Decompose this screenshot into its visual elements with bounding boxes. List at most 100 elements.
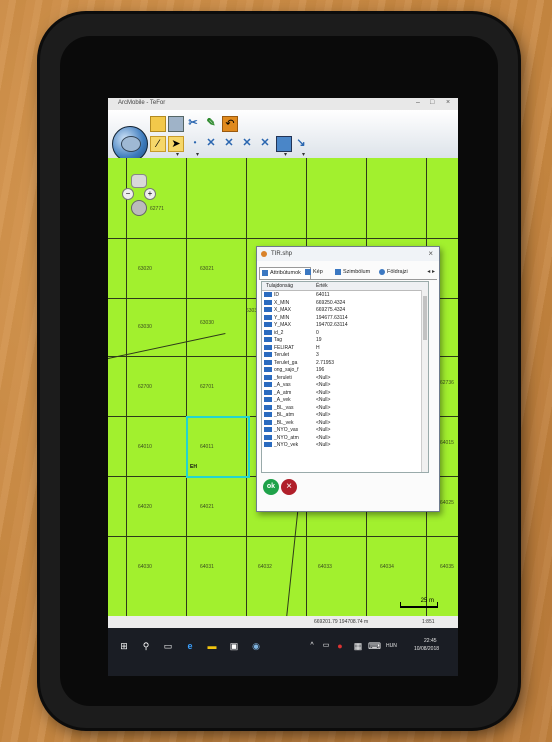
language-indicator[interactable]: HUN xyxy=(386,643,397,649)
chevron-down-icon[interactable]: ▾ xyxy=(196,151,199,158)
arcmobile-app-icon[interactable]: ◉ xyxy=(250,640,262,652)
layers-icon[interactable] xyxy=(168,116,184,132)
cancel-button[interactable]: × xyxy=(281,479,297,495)
edge-browser-icon[interactable]: e xyxy=(184,640,196,652)
attribute-row[interactable]: _feruleti <Null> xyxy=(262,374,428,382)
network-icon[interactable]: ● xyxy=(334,640,346,652)
search-icon[interactable]: ⚲ xyxy=(140,640,152,652)
chevron-down-icon[interactable]: ▾ xyxy=(302,151,305,158)
undo-icon[interactable]: ↶ xyxy=(222,116,238,132)
attribute-value: 3 xyxy=(316,352,319,358)
attribute-row[interactable]: id_2 0 xyxy=(262,329,428,337)
parcel-boundary xyxy=(108,238,458,239)
attribute-row[interactable]: _NYO_vek <Null> xyxy=(262,441,428,449)
attribute-row[interactable]: _NYO_atm <Null> xyxy=(262,434,428,442)
measure-icon[interactable]: ✂ xyxy=(186,116,200,130)
attribute-name: _A_vek xyxy=(274,397,291,403)
task-view-icon[interactable]: ▭ xyxy=(162,640,174,652)
field-type-icon xyxy=(264,329,272,335)
maximize-button[interactable]: □ xyxy=(430,99,434,106)
attribute-row[interactable]: Tag 19 xyxy=(262,336,428,344)
chevron-up-icon[interactable]: ^ xyxy=(306,640,318,652)
vertex-delete-icon[interactable]: ✕ xyxy=(258,136,272,150)
attribute-value: 196 xyxy=(316,367,325,373)
clock-date[interactable]: 10/08/2018 xyxy=(414,646,439,652)
parcel-label: 64010 xyxy=(138,444,152,450)
ok-button[interactable]: ok xyxy=(263,479,279,495)
dialog-tabs: Attribútumok Kép Szimbólum Földrajzi ◂ ▸ xyxy=(259,267,437,280)
attribute-name: ID xyxy=(274,292,279,298)
attribute-row[interactable]: _BL_vek <Null> xyxy=(262,419,428,427)
field-type-icon xyxy=(264,337,272,342)
attribute-row[interactable]: ID 64011 xyxy=(262,291,428,299)
tab-geographic[interactable]: Földrajzi xyxy=(377,267,421,278)
window-title-bar: ArcMobile - TeFor – □ × xyxy=(108,98,458,110)
attribute-row[interactable]: Y_MIN 194677.63114 xyxy=(262,314,428,322)
vertex-icon[interactable]: ✕ xyxy=(204,136,218,150)
gps-icon[interactable]: • xyxy=(188,136,202,150)
attribute-row[interactable]: Y_MAX 194702.63114 xyxy=(262,321,428,329)
parcel-label: 64021 xyxy=(200,504,214,510)
attribute-name: _NYO_atm xyxy=(274,434,299,441)
folder-icon[interactable] xyxy=(150,116,166,132)
table-icon[interactable] xyxy=(276,136,292,152)
close-icon[interactable]: × xyxy=(428,249,433,258)
field-type-icon xyxy=(264,307,272,312)
field-type-icon xyxy=(264,292,272,297)
keyboard-icon[interactable]: ⌨ xyxy=(368,640,381,652)
attribute-row[interactable]: X_MIN 669250.4324 xyxy=(262,299,428,307)
windows-start-icon[interactable]: ⊞ xyxy=(118,640,130,652)
ribbon-toolbar: ✂ ✎ ↶ ⁄ ➤ • ✕ ✕ ✕ ✕ ↘ ▾ ▾ ▾ ▾ xyxy=(108,110,458,162)
parcel-label: 62700 xyxy=(138,384,152,390)
split-icon[interactable]: ✕ xyxy=(222,136,236,150)
field-type-icon xyxy=(264,367,272,372)
select-icon[interactable]: ⁄ xyxy=(150,136,166,152)
attribute-row[interactable]: _NYO_vas <Null> xyxy=(262,426,428,434)
scrollbar-thumb[interactable] xyxy=(423,296,427,340)
attribute-row[interactable]: _A_vas <Null> xyxy=(262,381,428,389)
attribute-row[interactable]: _A_vek <Null> xyxy=(262,396,428,404)
field-type-icon xyxy=(264,314,272,320)
attribute-row[interactable]: X_MAX 669275.4324 xyxy=(262,306,428,314)
attribute-name: _BL_vek xyxy=(274,419,294,426)
tab-scroll-arrows[interactable]: ◂ ▸ xyxy=(427,268,435,275)
file-explorer-icon[interactable]: ▬ xyxy=(206,640,218,652)
notification-icon[interactable]: ▦ xyxy=(352,640,364,652)
vertical-scrollbar[interactable] xyxy=(421,290,428,472)
map-view[interactable]: 62771 63020 63021 63030 63030 63036 6270… xyxy=(108,158,458,616)
window-title: ArcMobile - TeFor xyxy=(118,100,166,106)
chevron-down-icon[interactable]: ▾ xyxy=(284,151,287,158)
parcel-label: 63030 xyxy=(138,324,152,330)
chevron-down-icon[interactable]: ▾ xyxy=(176,151,179,158)
minimize-button[interactable]: – xyxy=(416,99,420,106)
full-extent-globe-icon[interactable] xyxy=(131,200,147,216)
pan-hand-icon[interactable] xyxy=(131,174,147,188)
attribute-value: <Null> xyxy=(316,412,331,418)
field-type-icon xyxy=(264,397,272,402)
app-menu-orb-button[interactable] xyxy=(112,126,148,162)
parcel-label: 63020 xyxy=(138,266,152,272)
attribute-name: X_MIN xyxy=(274,299,290,306)
vertex-move-icon[interactable]: ✕ xyxy=(240,136,254,150)
line-icon[interactable]: ↘ xyxy=(294,136,308,150)
clock-time[interactable]: 22:45 xyxy=(424,638,437,644)
attribute-row[interactable]: FELIRAT H xyxy=(262,344,428,352)
attribute-row[interactable]: Terulet 3 xyxy=(262,351,428,359)
store-icon[interactable]: ▣ xyxy=(228,640,240,652)
attribute-row[interactable]: _BL_vas <Null> xyxy=(262,404,428,412)
attribute-value: 2.71953 xyxy=(316,359,335,366)
attribute-row[interactable]: _A_atm <Null> xyxy=(262,389,428,397)
zoom-out-icon[interactable]: − xyxy=(122,188,134,200)
tab-symbol[interactable]: Szimbólum xyxy=(333,267,383,278)
edit-icon[interactable]: ✎ xyxy=(204,116,218,130)
attribute-row[interactable]: ong_sajo_f 196 xyxy=(262,366,428,374)
attribute-row[interactable]: Terulet_ga 2.71953 xyxy=(262,359,428,367)
identify-icon[interactable]: ➤ xyxy=(168,136,184,152)
attribute-row[interactable]: _BL_atm <Null> xyxy=(262,411,428,419)
zoom-in-icon[interactable]: + xyxy=(144,188,156,200)
parcel-label: 64034 xyxy=(380,564,394,570)
close-window-button[interactable]: × xyxy=(446,99,450,106)
globe-icon xyxy=(379,269,385,275)
attribute-value: 669275.4324 xyxy=(316,307,346,313)
parcel-label: 64033 xyxy=(318,564,332,570)
